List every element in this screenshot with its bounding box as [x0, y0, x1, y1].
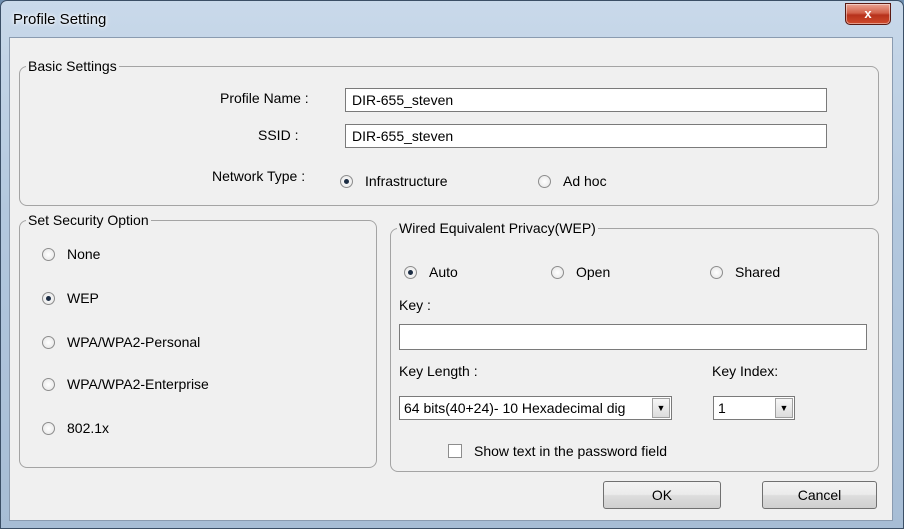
key-index-value: 1: [718, 400, 726, 416]
radio-label: Open: [576, 264, 611, 280]
radio-label: Auto: [429, 264, 458, 280]
cancel-button[interactable]: Cancel: [762, 481, 877, 509]
wep-auth-shared-radio[interactable]: Shared: [710, 264, 780, 280]
profile-setting-window: Profile Setting x Basic Settings Profile…: [0, 0, 904, 529]
radio-indicator: [42, 377, 55, 391]
ssid-input[interactable]: [345, 124, 827, 148]
network-type-infrastructure-radio[interactable]: Infrastructure: [340, 173, 447, 189]
radio-indicator: [42, 247, 55, 261]
close-button[interactable]: x: [845, 3, 891, 25]
radio-label: Infrastructure: [365, 173, 448, 189]
key-length-label: Key Length :: [399, 363, 478, 379]
close-icon: x: [864, 6, 872, 21]
radio-indicator: [340, 174, 353, 188]
profile-name-label: Profile Name :: [220, 90, 309, 106]
network-type-label: Network Type :: [212, 168, 306, 184]
chevron-down-icon[interactable]: ▼: [652, 398, 670, 418]
security-8021x-radio[interactable]: 802.1x: [42, 420, 109, 436]
checkbox-label: Show text in the password field: [474, 443, 667, 459]
key-input[interactable]: [399, 324, 867, 350]
security-option-legend: Set Security Option: [28, 212, 149, 228]
title-bar[interactable]: Profile Setting x: [1, 1, 903, 37]
radio-label: WEP: [67, 290, 99, 306]
wep-auth-open-radio[interactable]: Open: [551, 264, 610, 280]
show-text-checkbox[interactable]: Show text in the password field: [448, 443, 667, 459]
ssid-label: SSID :: [258, 127, 299, 143]
key-index-select[interactable]: 1 ▼: [713, 396, 795, 420]
radio-label: WPA/WPA2-Enterprise: [67, 376, 209, 392]
key-length-value: 64 bits(40+24)- 10 Hexadecimal dig: [404, 400, 626, 416]
security-none-radio[interactable]: None: [42, 246, 100, 262]
radio-indicator: [710, 265, 723, 279]
radio-label: None: [67, 246, 101, 262]
security-wpa-enterprise-radio[interactable]: WPA/WPA2-Enterprise: [42, 376, 209, 392]
chevron-down-icon[interactable]: ▼: [775, 398, 793, 418]
radio-indicator: [42, 291, 55, 305]
radio-indicator: [42, 421, 55, 435]
security-wpa-personal-radio[interactable]: WPA/WPA2-Personal: [42, 334, 200, 350]
ok-button[interactable]: OK: [603, 481, 721, 509]
wep-auth-auto-radio[interactable]: Auto: [404, 264, 458, 280]
basic-settings-legend: Basic Settings: [28, 58, 117, 74]
profile-name-input[interactable]: [345, 88, 827, 112]
radio-indicator: [551, 265, 564, 279]
key-label: Key :: [399, 297, 431, 313]
radio-indicator: [404, 265, 417, 279]
window-title: Profile Setting: [13, 11, 107, 28]
checkbox-indicator: [448, 444, 462, 458]
key-index-label: Key Index:: [712, 363, 779, 379]
radio-label: Ad hoc: [563, 173, 607, 189]
radio-indicator: [42, 335, 55, 349]
dialog-body: Basic Settings Profile Name : SSID : Net…: [9, 37, 893, 521]
security-wep-radio[interactable]: WEP: [42, 290, 99, 306]
radio-label: Shared: [735, 264, 781, 280]
key-length-select[interactable]: 64 bits(40+24)- 10 Hexadecimal dig ▼: [399, 396, 672, 420]
wep-legend: Wired Equivalent Privacy(WEP): [399, 220, 596, 236]
network-type-adhoc-radio[interactable]: Ad hoc: [538, 173, 607, 189]
radio-indicator: [538, 174, 551, 188]
radio-label: WPA/WPA2-Personal: [67, 334, 201, 350]
radio-label: 802.1x: [67, 420, 110, 436]
